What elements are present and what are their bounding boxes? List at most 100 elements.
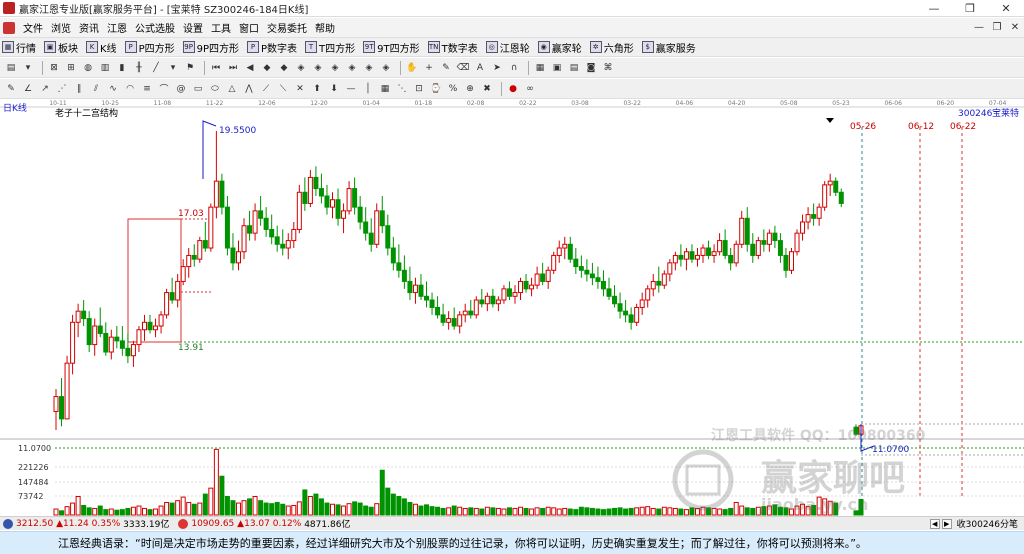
menu-gann[interactable]: 江恩 <box>103 20 131 35</box>
minimize-button[interactable]: — <box>916 0 952 17</box>
vline-icon[interactable]: │ <box>361 82 375 96</box>
eraser-icon[interactable]: ⌫ <box>456 61 470 75</box>
gann-fan-icon[interactable]: ⋱ <box>395 82 409 96</box>
last-icon[interactable]: ⏭ <box>226 61 240 75</box>
print-icon[interactable]: ▤ <box>567 61 581 75</box>
first-icon[interactable]: ⏮ <box>209 61 223 75</box>
target-icon[interactable]: ⊕ <box>463 82 477 96</box>
rect-icon[interactable]: ▭ <box>191 82 205 96</box>
toolbar-button-4[interactable]: 9P 9P四方形 <box>182 40 239 55</box>
bars-icon[interactable]: ▥ <box>98 61 112 75</box>
infinity-icon[interactable]: ∞ <box>523 82 537 96</box>
chart-svg[interactable]: 10-11 10-25 11-08 11-22 12-06 12-20 01-04 01-18… <box>0 99 1024 516</box>
grid2-icon[interactable]: ▦ <box>378 82 392 96</box>
diamond4-icon[interactable]: ◈ <box>345 61 359 75</box>
menu-formula[interactable]: 公式选股 <box>131 20 179 35</box>
toolbar-button-2[interactable]: K K线 <box>86 40 117 55</box>
hand-icon[interactable]: ✋ <box>405 61 419 75</box>
color-icon[interactable]: ● <box>506 82 520 96</box>
nav-prev-icon[interactable]: ◀ <box>929 518 940 529</box>
square-grid-icon[interactable]: ⊞ <box>64 61 78 75</box>
diamond1-icon[interactable]: ◈ <box>294 61 308 75</box>
menu-tools[interactable]: 工具 <box>207 20 235 35</box>
diamond3-icon[interactable]: ◈ <box>328 61 342 75</box>
line-icon[interactable]: ╱ <box>149 61 163 75</box>
menu-browse[interactable]: 浏览 <box>47 20 75 35</box>
candle-icon[interactable]: ▮ <box>115 61 129 75</box>
trend-icon[interactable]: ⟋ <box>259 82 273 96</box>
fib-icon[interactable]: ≡ <box>140 82 154 96</box>
child-restore-button[interactable]: ❐ <box>988 22 1006 33</box>
toolbar-button-12[interactable]: $ 赢家服务 <box>641 40 696 55</box>
magnet-icon[interactable]: ∩ <box>507 61 521 75</box>
camera-icon[interactable]: ◙ <box>584 61 598 75</box>
disk-icon[interactable]: ▣ <box>550 61 564 75</box>
menu-settings[interactable]: 设置 <box>179 20 207 35</box>
network-icon[interactable]: ⌘ <box>601 61 615 75</box>
percent-icon[interactable]: % <box>446 82 460 96</box>
menu-trade[interactable]: 交易委托 <box>263 20 311 35</box>
triangle-icon[interactable]: △ <box>225 82 239 96</box>
time-icon[interactable]: ⌚ <box>429 82 443 96</box>
arrow-icon[interactable]: ➤ <box>490 61 504 75</box>
up-arrow-icon[interactable]: ⬆ <box>310 82 324 96</box>
spiral-icon[interactable]: @ <box>174 82 188 96</box>
diamond5-icon[interactable]: ◈ <box>362 61 376 75</box>
sh-index-icon[interactable] <box>3 518 13 529</box>
toolbar-button-9[interactable]: ◎ 江恩轮 <box>485 40 530 55</box>
cycle-icon[interactable]: ◠ <box>123 82 137 96</box>
toolbar-button-8[interactable]: TN T数字表 <box>427 40 478 55</box>
sz-index-icon[interactable] <box>178 518 189 529</box>
menu-file[interactable]: 文件 <box>19 20 47 35</box>
cross-icon[interactable]: ✕ <box>293 82 307 96</box>
diamond6-icon[interactable]: ◈ <box>379 61 393 75</box>
box-icon[interactable]: ⊡ <box>412 82 426 96</box>
ray-icon[interactable]: ↗ <box>38 82 52 96</box>
toolbar-button-10[interactable]: ◉ 赢家轮 <box>537 40 582 55</box>
zigzag-icon[interactable]: ⋀ <box>242 82 256 96</box>
toolbar-button-1[interactable]: ▣ 板块 <box>44 40 78 55</box>
dropdown2-icon[interactable]: ▾ <box>166 61 180 75</box>
toolbar-button-0[interactable]: ▦ 行情 <box>2 40 36 55</box>
angle-icon[interactable]: ∠ <box>21 82 35 96</box>
ohlc-icon[interactable]: ╫ <box>132 61 146 75</box>
child-close-button[interactable]: ✕ <box>1006 22 1024 33</box>
trend2-icon[interactable]: ⟍ <box>276 82 290 96</box>
kline-chart[interactable]: 10-11 10-25 11-08 11-22 12-06 12-20 01-04 01-18… <box>0 99 1024 516</box>
fan-icon[interactable]: ⋰ <box>55 82 69 96</box>
toolbar-button-7[interactable]: 9T 9T四方形 <box>363 40 420 55</box>
layout-icon[interactable]: ▤ <box>4 61 18 75</box>
child-minimize-button[interactable]: — <box>970 22 988 33</box>
wave-icon[interactable]: ∿ <box>106 82 120 96</box>
circle-icon[interactable]: ◍ <box>81 61 95 75</box>
calc-icon[interactable]: ▦ <box>533 61 547 75</box>
dropdown-icon[interactable]: ▾ <box>21 61 35 75</box>
channel-icon[interactable]: ∥ <box>72 82 86 96</box>
down-arrow-icon[interactable]: ⬇ <box>327 82 341 96</box>
menu-help[interactable]: 帮助 <box>311 20 339 35</box>
parallel-icon[interactable]: ⫽ <box>89 82 103 96</box>
toolbar-button-11[interactable]: ✲ 六角形 <box>589 40 634 55</box>
hline-icon[interactable]: — <box>344 82 358 96</box>
delete-icon[interactable]: ✖ <box>480 82 494 96</box>
diamond2-icon[interactable]: ◈ <box>311 61 325 75</box>
back-icon[interactable]: ◀ <box>243 61 257 75</box>
crosshair-icon[interactable]: + <box>422 61 436 75</box>
arc-icon[interactable]: ⌒ <box>157 82 171 96</box>
flag-icon[interactable]: ⚑ <box>183 61 197 75</box>
pencil-icon[interactable]: ✎ <box>4 82 18 96</box>
close-button[interactable]: ✕ <box>988 0 1024 17</box>
tick-detail-label[interactable]: 收300246分笔 <box>957 517 1018 530</box>
nav-next-icon[interactable]: ▶ <box>941 518 952 529</box>
gann-grid-icon[interactable]: ⊠ <box>47 61 61 75</box>
menu-info[interactable]: 资讯 <box>75 20 103 35</box>
toolbar-button-3[interactable]: P P四方形 <box>124 40 175 55</box>
toolbar-button-5[interactable]: P P数字表 <box>247 40 297 55</box>
zoom-out-icon[interactable]: ◆ <box>277 61 291 75</box>
pen-icon[interactable]: ✎ <box>439 61 453 75</box>
text-icon[interactable]: A <box>473 61 487 75</box>
toolbar-button-6[interactable]: T T四方形 <box>305 40 355 55</box>
ellipse-icon[interactable]: ⬭ <box>208 82 222 96</box>
maximize-button[interactable]: ❐ <box>952 0 988 17</box>
menu-window[interactable]: 窗口 <box>235 20 263 35</box>
